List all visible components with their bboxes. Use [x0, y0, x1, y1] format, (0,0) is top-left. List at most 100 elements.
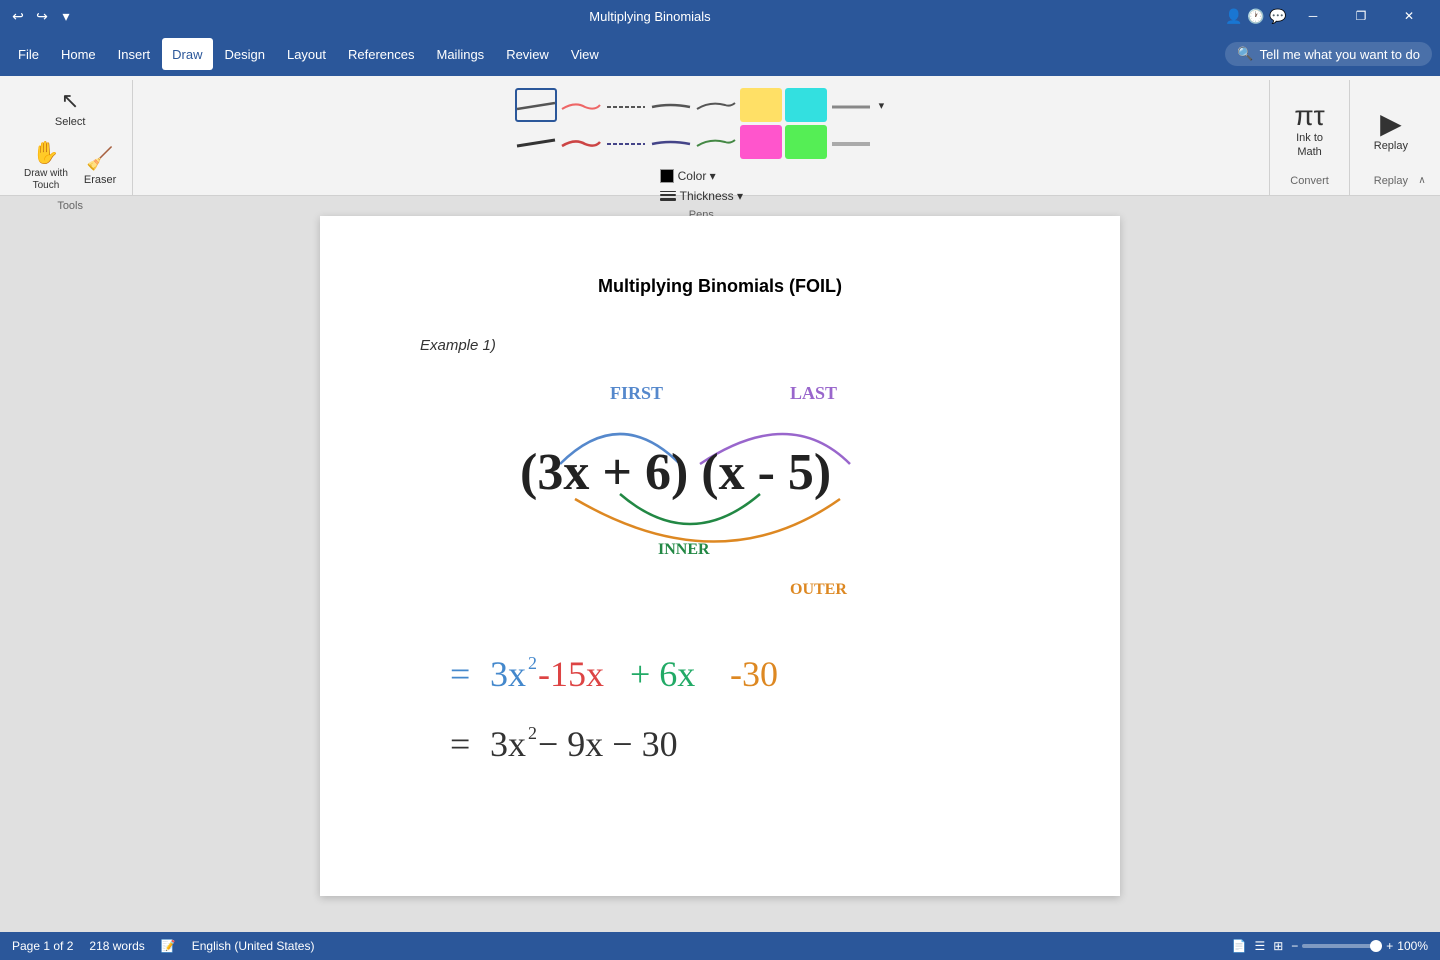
thickness-label: Thickness ▾ — [680, 189, 743, 203]
zoom-level: 100% — [1397, 939, 1428, 953]
menu-review[interactable]: Review — [496, 38, 559, 70]
pen-9[interactable] — [515, 125, 557, 159]
svg-text:=: = — [450, 654, 470, 694]
status-bar-right: 📄 ☰ ⊞ − + 100% — [1231, 939, 1428, 953]
status-bar: Page 1 of 2 218 words 📝 English (United … — [0, 932, 1440, 960]
minimize-button[interactable]: ─ — [1290, 0, 1336, 32]
select-button[interactable]: ↖ Select — [51, 84, 90, 132]
thickness-button[interactable]: Thickness ▾ — [656, 187, 747, 205]
tell-me-search[interactable]: 🔍 Tell me what you want to do — [1225, 42, 1432, 66]
foil-diagram: FIRST LAST INNER OUTER (3x + 6) (x - 5) — [400, 354, 1040, 634]
pen-13[interactable] — [695, 125, 737, 159]
edit-mode-icon[interactable]: 📝 — [161, 939, 176, 953]
zoom-in-button[interactable]: + — [1386, 939, 1393, 953]
document: Multiplying Binomials (FOIL) Example 1) … — [320, 216, 1120, 896]
layout-icon-2[interactable]: ☰ — [1254, 939, 1265, 953]
math-area: Example 1) FIRST LAST INNER OUTER — [400, 337, 1040, 774]
zoom-slider[interactable] — [1302, 944, 1382, 948]
eraser-button[interactable]: 🧹 Eraser — [80, 142, 120, 190]
view-mode-icon[interactable]: ⊞ — [1273, 939, 1283, 953]
ribbon-collapse-button[interactable]: ∧ — [1412, 172, 1432, 188]
svg-text:− 9x − 30: − 9x − 30 — [538, 724, 678, 764]
svg-text:FIRST: FIRST — [610, 383, 663, 403]
select-label: Select — [55, 116, 86, 128]
menu-references[interactable]: References — [338, 38, 424, 70]
menu-bar-right: 🔍 Tell me what you want to do — [1225, 42, 1432, 66]
page-info: Page 1 of 2 — [12, 939, 73, 953]
menu-insert[interactable]: Insert — [108, 38, 161, 70]
pen-5[interactable] — [695, 88, 737, 122]
pen-7[interactable] — [785, 88, 827, 122]
convert-tools: πτ Ink toMath — [1286, 84, 1332, 175]
line1-svg: = 3x 2 -15x + 6x -30 — [420, 634, 1020, 704]
restore-button[interactable]: ❐ — [1338, 0, 1384, 32]
pen-more-button[interactable]: ▾ — [875, 99, 889, 112]
menu-bar: File Home Insert Draw Design Layout Refe… — [0, 32, 1440, 76]
pen-10[interactable] — [560, 125, 602, 159]
color-button[interactable]: Color ▾ — [656, 167, 747, 185]
svg-text:LAST: LAST — [790, 383, 837, 403]
ink-replay-button[interactable]: ▶ Replay — [1366, 103, 1416, 156]
pens-grid: ▾ — [515, 84, 889, 163]
tell-me-text: Tell me what you want to do — [1260, 47, 1420, 62]
layout-icon-1[interactable]: 📄 — [1231, 939, 1246, 953]
title-bar-right: 👤 🕐 💬 ─ ❐ ✕ — [1224, 0, 1432, 32]
ink-to-math-icon: πτ — [1294, 100, 1324, 132]
title-bar-left: ↩ ↪ ▾ — [8, 6, 76, 26]
pen-row-1: ▾ — [515, 88, 889, 122]
pen-4[interactable] — [650, 88, 692, 122]
draw-with-touch-button[interactable]: ✋ Draw withTouch — [20, 136, 72, 196]
ink-to-math-label: Ink toMath — [1296, 132, 1323, 158]
pen-11[interactable] — [605, 125, 647, 159]
convert-group: πτ Ink toMath Convert — [1270, 80, 1349, 195]
replay-tools: ▶ Replay — [1366, 84, 1416, 175]
customize-icon[interactable]: ▾ — [56, 6, 76, 26]
convert-label: Convert — [1290, 175, 1329, 191]
pen-3[interactable] — [605, 88, 647, 122]
ink-to-math-button[interactable]: πτ Ink toMath — [1286, 96, 1332, 162]
tools-group: ↖ Select ✋ Draw withTouch 🧹 Eraser Tools — [8, 80, 133, 195]
replay-icons-row: ▶ Replay — [1366, 84, 1416, 175]
svg-text:3x: 3x — [490, 724, 526, 764]
account-icon[interactable]: 👤 — [1224, 6, 1244, 26]
menu-view[interactable]: View — [561, 38, 609, 70]
replay-label: Replay — [1374, 175, 1408, 191]
menu-home[interactable]: Home — [51, 38, 106, 70]
redo-icon[interactable]: ↪ — [32, 6, 52, 26]
menu-file[interactable]: File — [8, 38, 49, 70]
svg-text:=: = — [450, 724, 470, 764]
pen-8[interactable] — [830, 88, 872, 122]
color-label: Color ▾ — [678, 169, 716, 183]
pen-15[interactable] — [785, 125, 827, 159]
pen-6[interactable] — [740, 88, 782, 122]
svg-text:-30: -30 — [730, 654, 778, 694]
pen-16[interactable] — [830, 125, 872, 159]
svg-text:2: 2 — [528, 653, 537, 673]
svg-text:-15x: -15x — [538, 654, 604, 694]
zoom-out-button[interactable]: − — [1291, 939, 1298, 953]
pen-12[interactable] — [650, 125, 692, 159]
menu-design[interactable]: Design — [215, 38, 275, 70]
pen-14[interactable] — [740, 125, 782, 159]
pen-1[interactable] — [515, 88, 557, 122]
word-count: 218 words — [89, 939, 144, 953]
menu-draw[interactable]: Draw — [162, 38, 212, 70]
eraser-label: Eraser — [84, 174, 116, 186]
undo-icon[interactable]: ↩ — [8, 6, 28, 26]
svg-text:+ 6x: + 6x — [630, 654, 695, 694]
convert-icons-row: πτ Ink toMath — [1286, 84, 1332, 175]
tools-buttons: ↖ Select — [51, 84, 90, 132]
main-content: Multiplying Binomials (FOIL) Example 1) … — [0, 196, 1440, 932]
zoom-thumb — [1370, 940, 1382, 952]
select-icon: ↖ — [61, 88, 79, 114]
menu-mailings[interactable]: Mailings — [427, 38, 495, 70]
ribbon: ↖ Select ✋ Draw withTouch 🧹 Eraser Tools — [0, 76, 1440, 196]
menu-layout[interactable]: Layout — [277, 38, 336, 70]
svg-text:OUTER: OUTER — [790, 581, 847, 598]
line2-svg: = 3x 2 − 9x − 30 — [420, 704, 1020, 774]
history-icon[interactable]: 🕐 — [1246, 6, 1266, 26]
close-button[interactable]: ✕ — [1386, 0, 1432, 32]
svg-text:INNER: INNER — [658, 541, 710, 558]
comments-icon[interactable]: 💬 — [1268, 6, 1288, 26]
pen-2[interactable] — [560, 88, 602, 122]
